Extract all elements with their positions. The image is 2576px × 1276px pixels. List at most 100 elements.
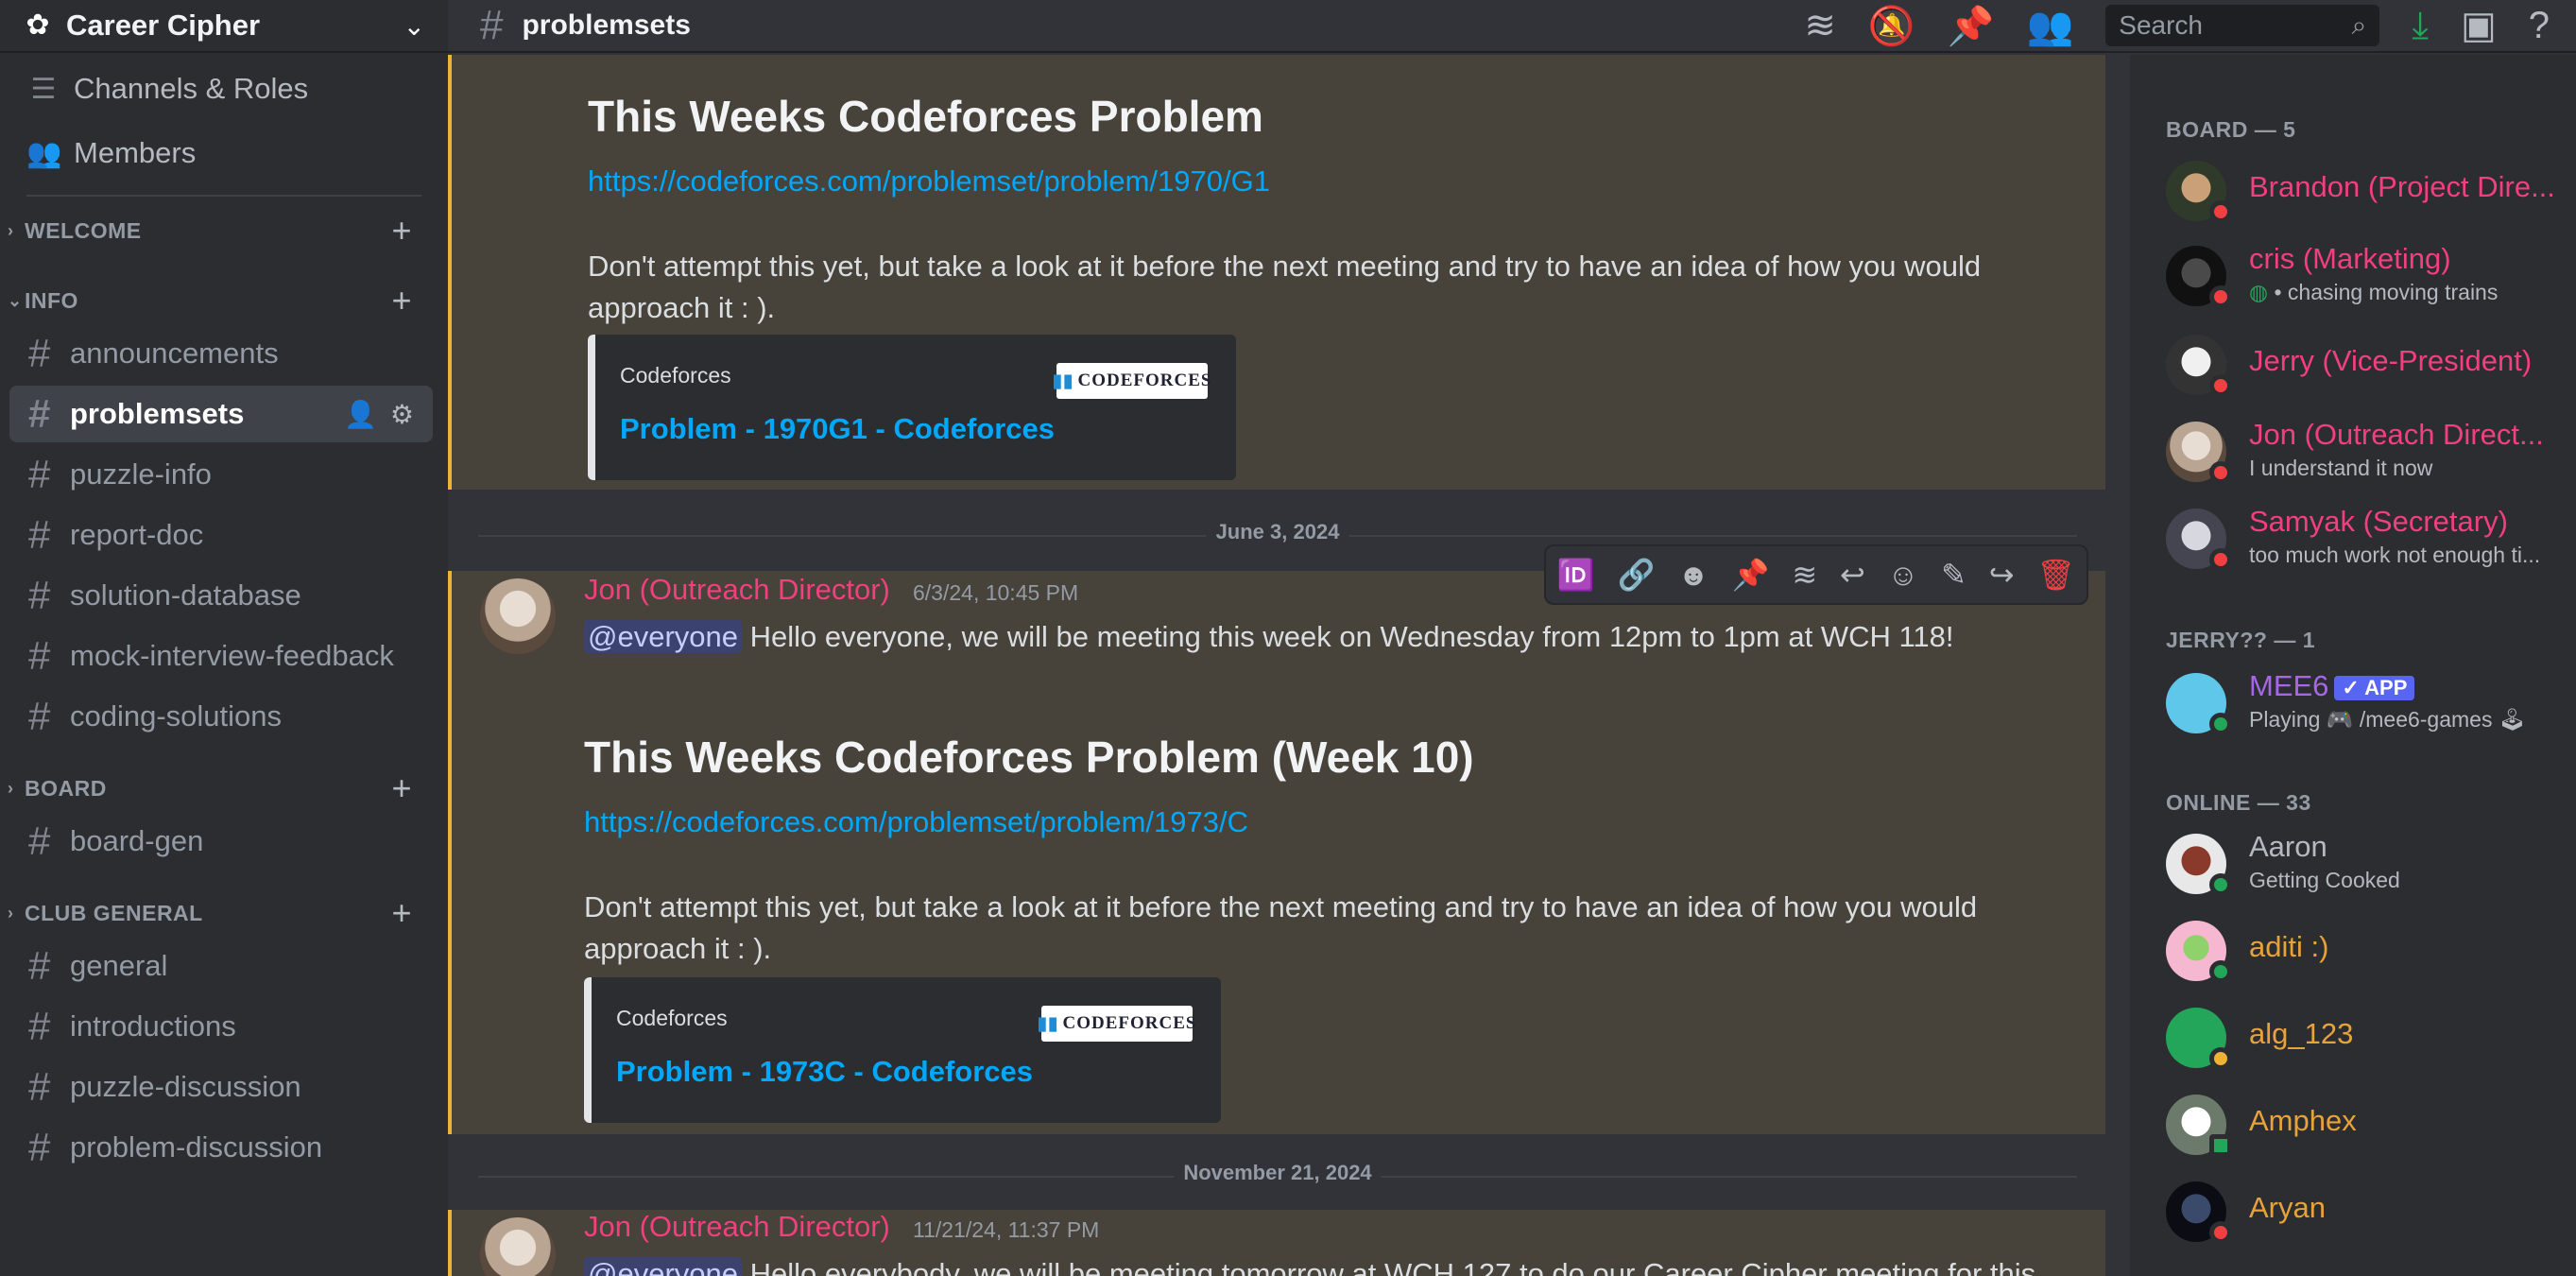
channel-puzzle-info[interactable]: # puzzle-info	[9, 446, 433, 503]
channel-sidebar: ✿ Career Cipher ⌄ ☰ Channels & Roles 👥 M…	[0, 0, 448, 1276]
category-label: BOARD	[25, 775, 107, 801]
channel-general[interactable]: # general	[9, 938, 433, 994]
member-item[interactable]: Jerry (Vice-President)	[2166, 331, 2572, 399]
member-item[interactable]: cris (Marketing) ◍ • chasing moving trai…	[2166, 242, 2572, 310]
role-header-jerry: JERRY?? — 1	[2166, 628, 2316, 652]
channel-problemsets[interactable]: # problemsets 👤 ⚙	[9, 386, 433, 442]
server-header[interactable]: ✿ Career Cipher ⌄	[0, 0, 448, 53]
member-item[interactable]: Jon (Outreach Direct... I understand it …	[2166, 418, 2572, 486]
copy-id-icon[interactable]: 🆔	[1557, 557, 1595, 593]
embed-title-link[interactable]: Problem - 1973C - Codeforces	[616, 1055, 1033, 1089]
member-name: Jerry (Vice-President)	[2249, 344, 2533, 377]
hash-icon: #	[28, 943, 51, 988]
chevron-down-icon[interactable]: ⌄	[404, 10, 425, 42]
thread-icon[interactable]: ≋	[1792, 557, 1817, 593]
pin-icon[interactable]: 📌	[1732, 557, 1770, 593]
member-item[interactable]: Brandon (Project Dire...	[2166, 157, 2572, 225]
emoji-icon[interactable]: ☺	[1888, 558, 1919, 593]
message-body: Don't attempt this yet, but take a look …	[584, 890, 1978, 965]
channel-puzzle-discussion[interactable]: # puzzle-discussion	[9, 1059, 433, 1115]
embed-title-link[interactable]: Problem - 1970G1 - Codeforces	[620, 412, 1055, 446]
avatar[interactable]	[480, 578, 556, 654]
problem-link[interactable]: https://codeforces.com/problemset/proble…	[588, 164, 1270, 198]
message-action-bar: 🆔 🔗 ☻ 📌 ≋ ↩ ☺ ✎ ↪ 🗑	[1546, 546, 2087, 603]
member-item[interactable]: Amphex	[2166, 1091, 2572, 1159]
add-channel-icon[interactable]: +	[391, 893, 412, 933]
message-body: @everyone Hello everybody, we will be me…	[584, 1253, 2058, 1276]
category-welcome[interactable]: › WELCOME +	[0, 210, 448, 251]
category-club-general[interactable]: › CLUB GENERAL +	[0, 892, 448, 934]
channel-label: puzzle-discussion	[70, 1070, 301, 1103]
search-input[interactable]: Search ⌕	[2105, 5, 2380, 46]
custom-status-icon: ◍	[2249, 280, 2269, 304]
chevron-right-icon: ›	[8, 220, 14, 240]
channel-mock-interview-feedback[interactable]: # mock-interview-feedback	[9, 628, 433, 684]
category-board[interactable]: › BOARD +	[0, 767, 448, 809]
message-author[interactable]: Jon (Outreach Director)	[584, 573, 890, 607]
edit-icon[interactable]: ✎	[1941, 557, 1966, 593]
member-item[interactable]: Aryan	[2166, 1178, 2572, 1246]
hash-icon: #	[28, 694, 51, 738]
message-text: Hello everybody, we will be meeting tomo…	[742, 1257, 2036, 1276]
channel-label: coding-solutions	[70, 699, 283, 733]
help-icon[interactable]: ?	[2529, 5, 2550, 47]
notification-mute-icon[interactable]: 🔕	[1868, 4, 1915, 48]
category-info[interactable]: ⌄ INFO +	[0, 280, 448, 321]
channels-roles-link[interactable]: ☰ Channels & Roles	[0, 57, 448, 121]
reply-icon[interactable]: ↩	[1840, 557, 1865, 593]
member-item[interactable]: alg_123	[2166, 1004, 2572, 1072]
invite-icon[interactable]: 👤	[344, 399, 377, 430]
members-link[interactable]: 👥 Members	[0, 121, 448, 185]
inbox-icon[interactable]: ▣	[2461, 4, 2497, 47]
member-item[interactable]: Aaron Getting Cooked	[2166, 830, 2572, 898]
member-name: Aaron	[2249, 830, 2327, 863]
everyone-mention[interactable]: @everyone	[584, 1257, 742, 1276]
dnd-status-icon	[2209, 374, 2232, 397]
channel-solution-database[interactable]: # solution-database	[9, 567, 433, 624]
channel-problem-discussion[interactable]: # problem-discussion	[9, 1119, 433, 1176]
member-status-text: Playing 🎮 /mee6-games 🕹	[2249, 707, 2527, 732]
date-divider-label: June 3, 2024	[1206, 520, 1349, 544]
message-list: This Weeks Codeforces Problem https://co…	[448, 55, 2105, 1276]
channel-label: mock-interview-feedback	[70, 639, 394, 672]
channel-announcements[interactable]: # announcements	[9, 325, 433, 382]
problem-link[interactable]: https://codeforces.com/problemset/proble…	[584, 805, 1248, 839]
date-divider: June 3, 2024	[478, 520, 2077, 544]
members-label: Members	[74, 136, 197, 169]
everyone-mention[interactable]: @everyone	[584, 620, 742, 653]
date-divider: November 21, 2024	[478, 1161, 2077, 1185]
message-heading: This Weeks Codeforces Problem (Week 10)	[584, 733, 1474, 782]
add-reaction-super-icon[interactable]: ☻	[1677, 558, 1709, 593]
channel-board-gen[interactable]: # board-gen	[9, 813, 433, 870]
delete-icon[interactable]: 🗑	[2036, 557, 2075, 593]
gear-icon[interactable]: ⚙	[390, 399, 414, 430]
message-heading: This Weeks Codeforces Problem	[588, 92, 1263, 141]
add-channel-icon[interactable]: +	[391, 281, 412, 320]
link-embed: Codeforces ▮▮ CODEFORCES Problem - 1970G1…	[588, 335, 1236, 480]
member-item[interactable]: Samyak (Secretary) too much work not eno…	[2166, 505, 2572, 573]
channel-report-doc[interactable]: # report-doc	[9, 507, 433, 563]
role-header-board: BOARD — 5	[2166, 117, 2296, 142]
download-icon[interactable]: ⤓	[2412, 5, 2429, 47]
hash-icon: #	[28, 573, 51, 617]
avatar[interactable]	[480, 1217, 556, 1276]
threads-icon[interactable]: ≋	[1804, 4, 1836, 47]
add-channel-icon[interactable]: +	[391, 768, 412, 808]
member-status-text: too much work not enough ti...	[2249, 543, 2541, 567]
message-author[interactable]: Jon (Outreach Director)	[584, 1210, 890, 1244]
chevron-right-icon: ›	[8, 778, 14, 798]
copy-link-icon[interactable]: 🔗	[1618, 557, 1656, 593]
idle-status-icon	[2209, 1047, 2232, 1070]
channel-label: puzzle-info	[70, 457, 212, 491]
pin-icon[interactable]: 📌	[1948, 4, 1995, 48]
channel-coding-solutions[interactable]: # coding-solutions	[9, 688, 433, 745]
channel-introductions[interactable]: # introductions	[9, 998, 433, 1055]
locked-hash-icon: #	[28, 819, 51, 863]
member-item-bot[interactable]: MEE6 ✓ APP Playing 🎮 /mee6-games 🕹	[2166, 669, 2572, 737]
channel-label: problemsets	[70, 397, 245, 430]
forward-icon[interactable]: ↪	[1989, 557, 2015, 593]
discord-app: ✿ Career Cipher ⌄ ☰ Channels & Roles 👥 M…	[0, 0, 2576, 1276]
member-list-icon[interactable]: 👥	[2026, 4, 2073, 48]
member-item[interactable]: aditi :)	[2166, 917, 2572, 985]
add-channel-icon[interactable]: +	[391, 211, 412, 250]
